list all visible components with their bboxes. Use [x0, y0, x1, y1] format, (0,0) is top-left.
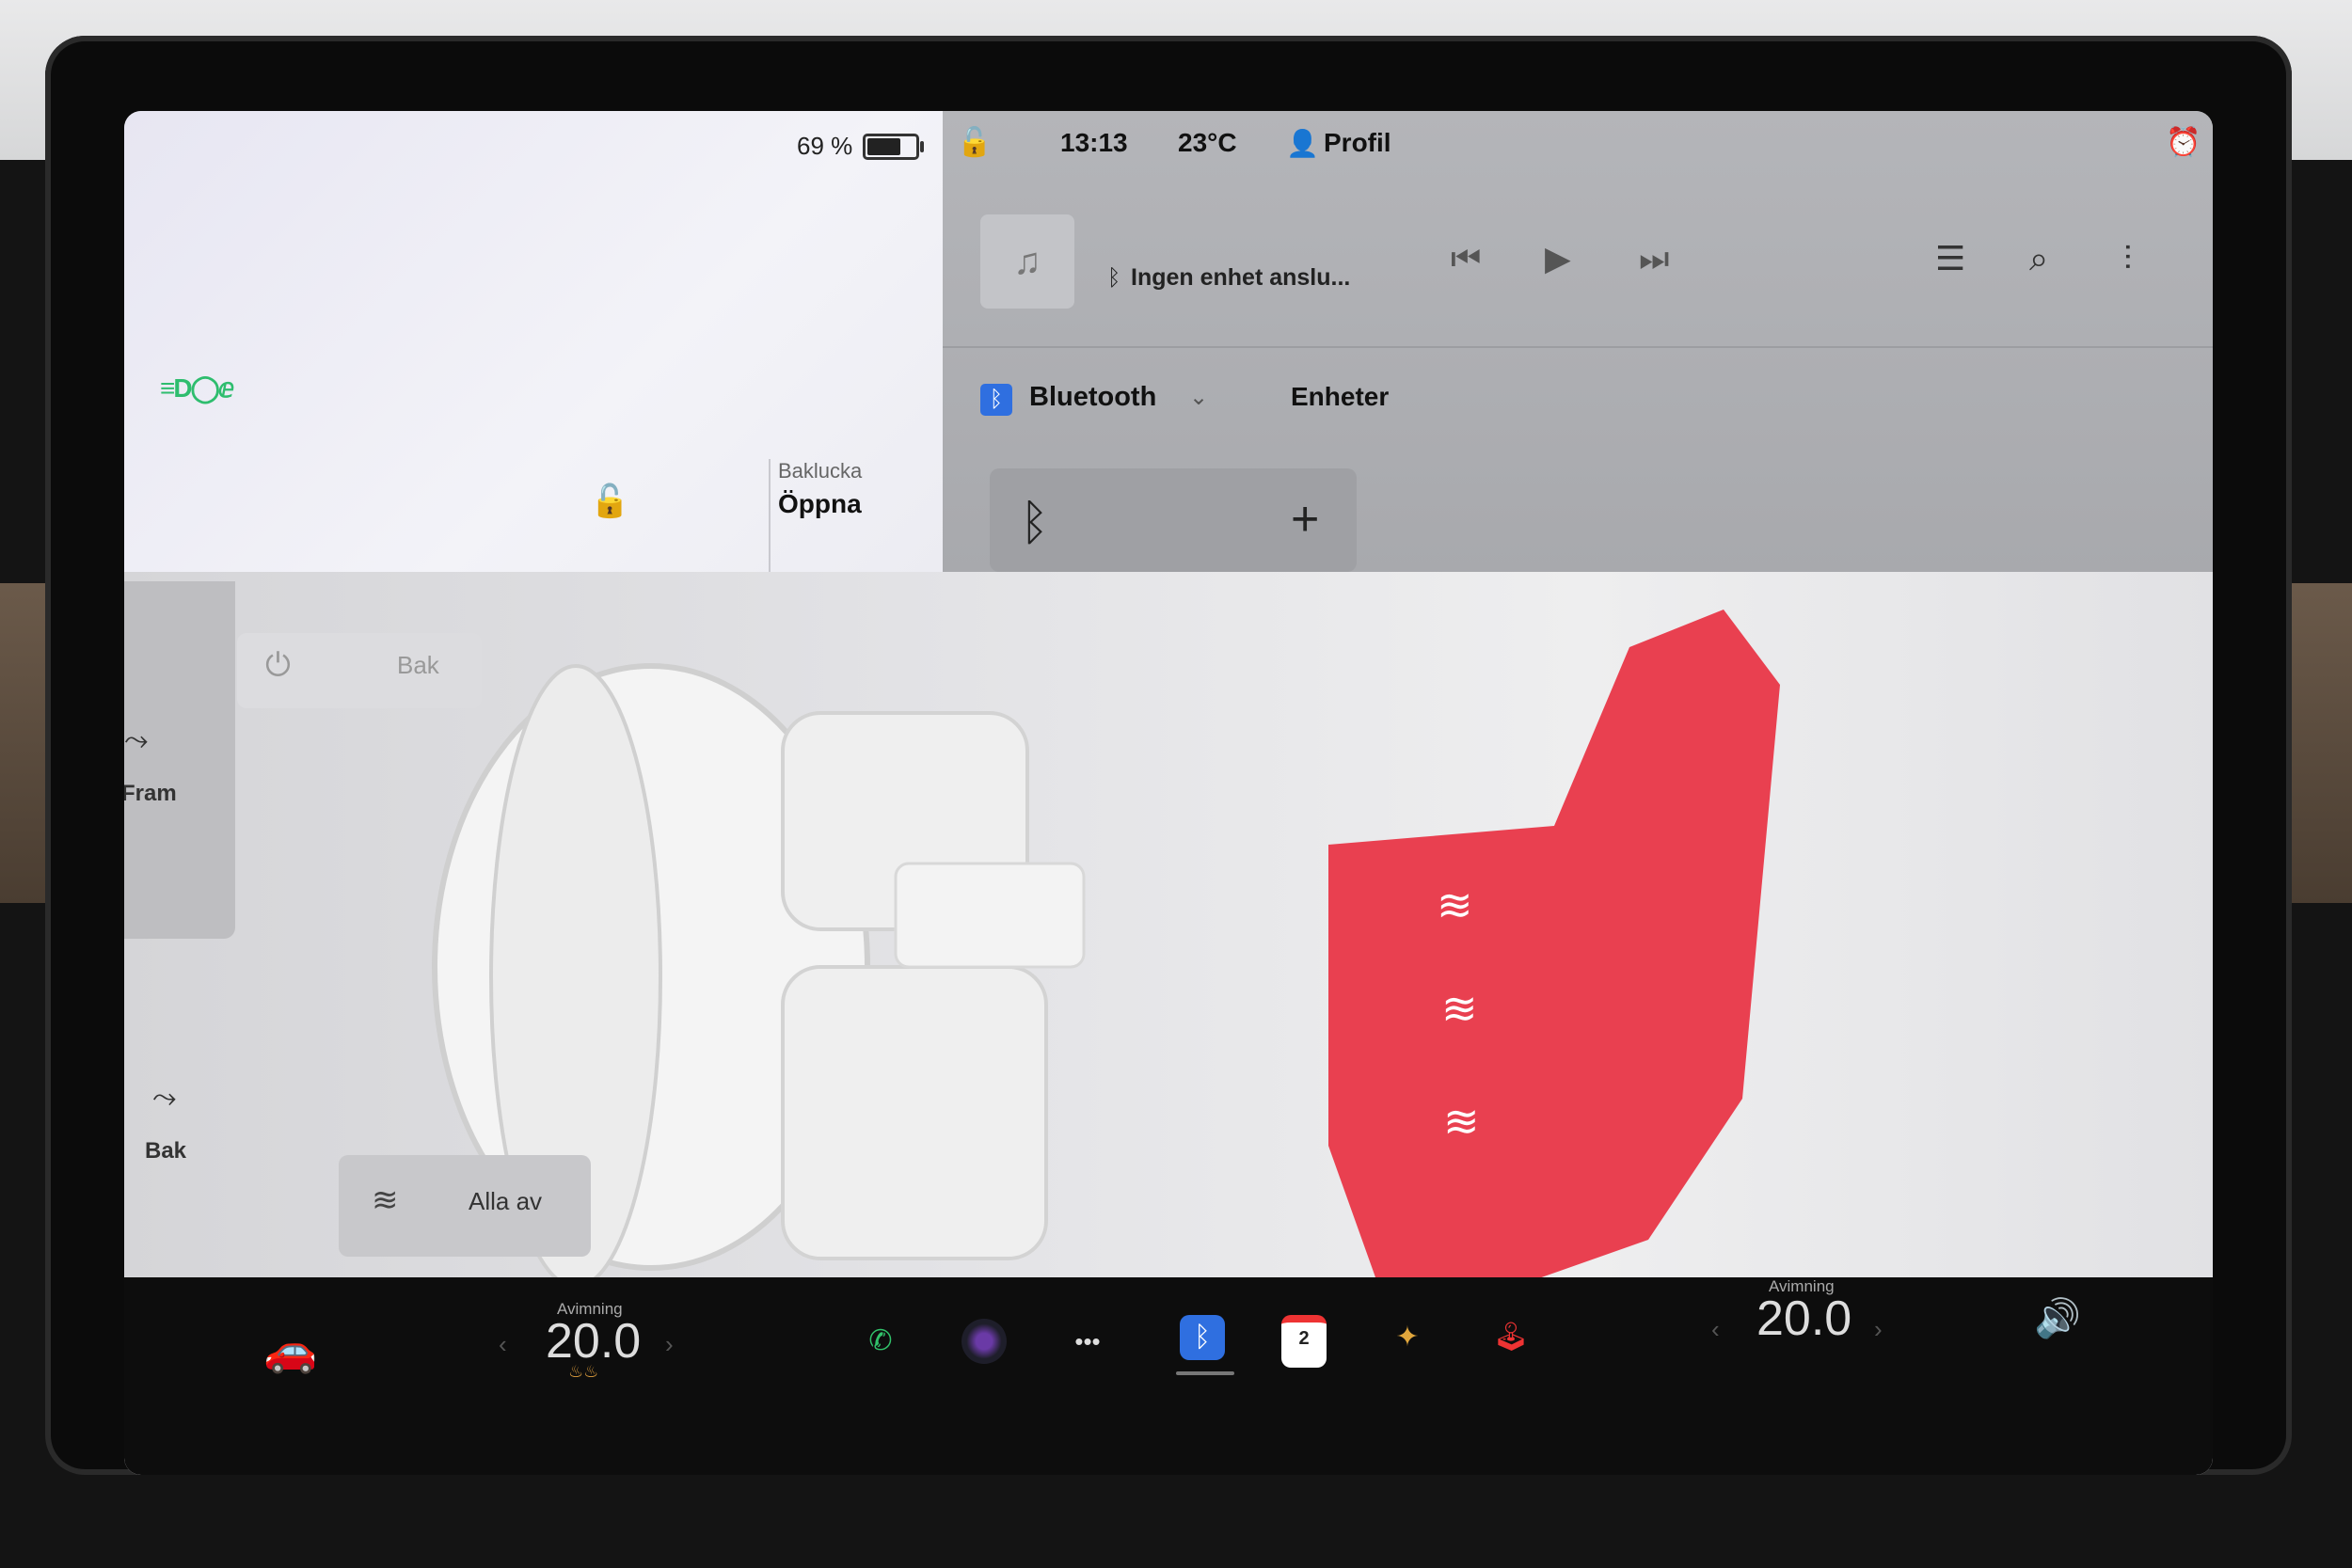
volume-icon[interactable]: 🔊: [2034, 1296, 2081, 1340]
seat-heat-indicator-icon: ♨♨: [568, 1362, 599, 1381]
front-airflow-label[interactable]: Fram: [124, 781, 177, 807]
alarm-icon[interactable]: ⏰: [2166, 126, 2201, 159]
vent-front-icon[interactable]: ⤳: [124, 722, 149, 758]
phone-icon[interactable]: ✆: [858, 1319, 903, 1364]
more-icon[interactable]: •••: [1065, 1319, 1110, 1364]
divider: [769, 459, 771, 581]
touchscreen: 69 % ≡D◯ⅇ 🔓 Baklucka Öppna 🔓 13:13 23°C …: [124, 111, 2213, 1475]
profile-icon[interactable]: 👤: [1286, 128, 1319, 159]
heat-level-icon-right[interactable]: ≋: [1443, 1096, 1480, 1147]
heat-level-icon-left[interactable]: ≋: [1437, 879, 1473, 930]
joystick-icon[interactable]: 🕹: [1488, 1315, 1534, 1360]
play-icon[interactable]: ▶: [1545, 239, 1571, 278]
battery-fill: [867, 138, 900, 155]
right-temp-increase[interactable]: ›: [1874, 1315, 1883, 1344]
equalizer-icon[interactable]: ⫶: [2123, 239, 2132, 279]
car-icon[interactable]: 🚗: [263, 1324, 317, 1376]
bottom-dock: [124, 1277, 2213, 1475]
rear-airflow-label[interactable]: Bak: [145, 1138, 186, 1164]
music-note-icon: ♫: [980, 214, 1074, 309]
search-icon[interactable]: ⌕: [2029, 239, 2048, 279]
vent-rear-icon[interactable]: ⤳: [152, 1080, 177, 1116]
headlight-icon: ≡D◯ⅇ: [160, 373, 234, 403]
bluetooth-icon: ᛒ: [980, 384, 1012, 416]
calendar-icon[interactable]: 2: [1281, 1315, 1327, 1368]
bluetooth-dock-icon[interactable]: ᛒ: [1180, 1315, 1225, 1360]
power-icon[interactable]: ⏻: [265, 647, 291, 684]
media-panel: 🔓 13:13 23°C 👤 Profil ⏰ ♫ ᛒ Ingen enhet …: [943, 111, 2213, 572]
next-icon[interactable]: ⏭: [1639, 239, 1669, 279]
add-icon[interactable]: +: [1291, 491, 1319, 547]
heat-level-icon-center[interactable]: ≋: [1441, 983, 1478, 1034]
queue-icon[interactable]: ☰: [1935, 239, 1965, 278]
right-temp-decrease[interactable]: ‹: [1711, 1315, 1720, 1344]
prev-icon[interactable]: ⏮: [1451, 239, 1481, 279]
unlock-icon[interactable]: 🔓: [590, 483, 629, 520]
chevron-down-icon[interactable]: ⌄: [1189, 384, 1208, 411]
bluetooth-icon: ᛒ: [1020, 496, 1050, 550]
passenger-temperature[interactable]: 20.0: [1756, 1291, 1851, 1347]
battery-percent: 69 %: [797, 132, 853, 160]
profile-button[interactable]: Profil: [1324, 128, 1391, 158]
devices-tab[interactable]: Enheter: [1291, 382, 1389, 412]
clock: 13:13: [1060, 128, 1128, 157]
track-title: Ingen enhet anslu...: [1131, 264, 1351, 291]
trunk-open-button[interactable]: Öppna: [778, 489, 862, 519]
left-temp-increase[interactable]: ›: [665, 1330, 674, 1359]
bluetooth-small-icon: ᛒ: [1107, 265, 1121, 291]
all-off-label[interactable]: Alla av: [469, 1187, 542, 1216]
bluetooth-source-select[interactable]: Bluetooth: [1029, 382, 1156, 413]
rear-seat-heated[interactable]: [1328, 610, 1780, 1296]
center-console: [894, 862, 1086, 969]
rear-power-label[interactable]: Bak: [397, 651, 439, 680]
front-seat-passenger[interactable]: [781, 965, 1048, 1260]
active-dock-indicator: [1176, 1371, 1234, 1375]
driver-temperature[interactable]: 20.0: [546, 1313, 641, 1370]
trunk-label: Baklucka: [778, 459, 863, 483]
status-bar: 🔓 13:13 23°C 👤 Profil ⏰: [943, 111, 2213, 177]
lock-status-icon[interactable]: 🔓: [957, 126, 992, 159]
battery-icon: [863, 134, 924, 160]
camera-icon[interactable]: [961, 1319, 1007, 1364]
outside-temperature: 23°C: [1178, 128, 1237, 157]
airflow-tab: [124, 581, 235, 939]
seat-heat-icon: ≋: [372, 1182, 399, 1218]
toybox-icon[interactable]: ✦: [1385, 1315, 1430, 1360]
left-temp-decrease[interactable]: ‹: [499, 1330, 507, 1359]
